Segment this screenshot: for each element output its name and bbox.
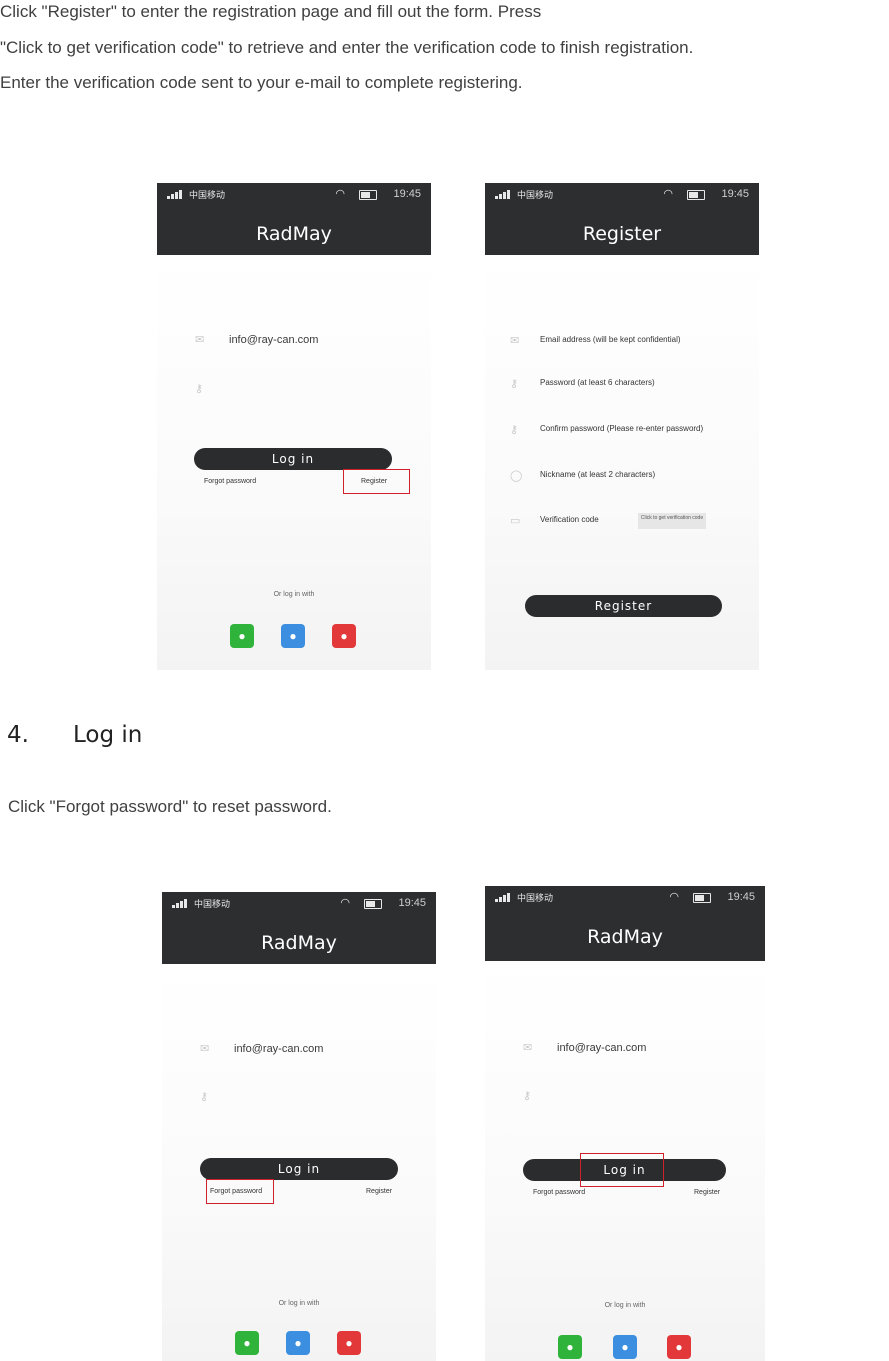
confirm-placeholder: Confirm password (Please re-enter passwo… bbox=[540, 424, 704, 433]
status-time: 19:45 bbox=[721, 188, 749, 200]
app-title: RadMay bbox=[261, 932, 337, 954]
password-field[interactable]: ⚷ bbox=[195, 382, 421, 400]
status-time: 19:45 bbox=[727, 891, 755, 903]
email-field[interactable]: ✉ info@ray-can.com bbox=[195, 333, 421, 351]
phone-login-forgot-highlight: 中国移动 ◠ 19:45 RadMay ✉ info@ray-can.com ⚷… bbox=[162, 892, 436, 1361]
app-header: 中国移动 ◠ 19:45 RadMay bbox=[157, 183, 431, 255]
app-title: RadMay bbox=[256, 223, 332, 245]
weibo-icon[interactable]: ● bbox=[667, 1335, 691, 1359]
key-icon: ⚷ bbox=[523, 1090, 532, 1102]
carrier-label: 中国移动 bbox=[194, 900, 231, 910]
user-icon: ◯ bbox=[510, 470, 523, 482]
mail-icon: ✉ bbox=[200, 1043, 210, 1055]
signal-icon bbox=[167, 190, 185, 199]
battery-icon bbox=[364, 899, 382, 909]
register-confirm-field[interactable]: ⚷ Confirm password (Please re-enter pass… bbox=[510, 423, 749, 441]
email-field[interactable]: ✉ info@ray-can.com bbox=[200, 1042, 426, 1060]
email-value: info@ray-can.com bbox=[229, 334, 319, 346]
section-number: 4. bbox=[7, 722, 29, 748]
intro-line-2: "Click to get verification code" to retr… bbox=[0, 38, 694, 57]
weibo-icon[interactable]: ● bbox=[332, 624, 356, 648]
mail-icon: ✉ bbox=[523, 1042, 533, 1054]
carrier-label: 中国移动 bbox=[517, 191, 554, 201]
or-log-in-with-label: Or log in with bbox=[604, 1302, 646, 1309]
phone-register: 中国移动 ◠ 19:45 Register ✉ Email address (w… bbox=[485, 183, 759, 670]
phone-login-button-highlight: 中国移动 ◠ 19:45 RadMay ✉ info@ray-can.com ⚷… bbox=[485, 886, 765, 1361]
mail-icon: ✉ bbox=[195, 334, 205, 346]
wechat-icon[interactable]: ● bbox=[230, 624, 254, 648]
section-title: Log in bbox=[73, 722, 143, 748]
status-time: 19:45 bbox=[393, 188, 421, 200]
status-bar: 中国移动 ◠ 19:45 bbox=[162, 896, 436, 912]
wifi-icon: ◠ bbox=[335, 188, 345, 200]
status-bar: 中国移动 ◠ 19:45 bbox=[485, 890, 765, 906]
battery-icon bbox=[687, 190, 705, 200]
password-field[interactable]: ⚷ bbox=[200, 1090, 426, 1108]
battery-icon bbox=[693, 893, 711, 903]
or-log-in-with-label: Or log in with bbox=[278, 1300, 320, 1307]
register-link[interactable]: Register bbox=[366, 1188, 392, 1195]
phone-login-register-highlight: 中国移动 ◠ 19:45 RadMay ✉ info@ray-can.com ⚷… bbox=[157, 183, 431, 670]
register-verification-field[interactable]: ▭ Verification code bbox=[510, 514, 749, 532]
qq-icon[interactable]: ● bbox=[281, 624, 305, 648]
password-field[interactable]: ⚷ bbox=[523, 1089, 755, 1107]
get-verification-code-button[interactable]: Click to get verification code bbox=[638, 513, 706, 529]
wechat-icon[interactable]: ● bbox=[235, 1331, 259, 1355]
login-button[interactable]: Log in bbox=[200, 1158, 398, 1180]
highlight-login-button bbox=[580, 1153, 664, 1187]
carrier-label: 中国移动 bbox=[517, 894, 554, 904]
lock-icon: ▭ bbox=[510, 515, 521, 527]
register-email-field[interactable]: ✉ Email address (will be kept confidenti… bbox=[510, 334, 749, 352]
email-value: info@ray-can.com bbox=[234, 1043, 324, 1055]
app-header: 中国移动 ◠ 19:45 RadMay bbox=[485, 886, 765, 961]
carrier-label: 中国移动 bbox=[189, 191, 226, 201]
weibo-icon[interactable]: ● bbox=[337, 1331, 361, 1355]
highlight-forgot-password bbox=[206, 1179, 274, 1204]
register-nickname-field[interactable]: ◯ Nickname (at least 2 characters) bbox=[510, 469, 749, 487]
intro-line-3: Enter the verification code sent to your… bbox=[0, 73, 523, 92]
wifi-icon: ◠ bbox=[340, 897, 350, 909]
key-icon: ⚷ bbox=[510, 378, 519, 390]
status-time: 19:45 bbox=[398, 897, 426, 909]
section-text: Click "Forgot password" to reset passwor… bbox=[8, 797, 332, 816]
register-password-field[interactable]: ⚷ Password (at least 6 characters) bbox=[510, 377, 749, 395]
qq-icon[interactable]: ● bbox=[286, 1331, 310, 1355]
verification-placeholder: Verification code bbox=[540, 515, 599, 524]
signal-icon bbox=[172, 899, 190, 908]
forgot-password-link[interactable]: Forgot password bbox=[533, 1189, 585, 1196]
nickname-placeholder: Nickname (at least 2 characters) bbox=[540, 470, 656, 479]
register-submit-button[interactable]: Register bbox=[525, 595, 722, 617]
app-title: RadMay bbox=[587, 926, 663, 948]
key-icon: ⚷ bbox=[195, 383, 204, 395]
signal-icon bbox=[495, 190, 513, 199]
email-placeholder: Email address (will be kept confidential… bbox=[540, 335, 681, 344]
register-link[interactable]: Register bbox=[694, 1189, 720, 1196]
login-button[interactable]: Log in bbox=[194, 448, 392, 470]
qq-icon[interactable]: ● bbox=[613, 1335, 637, 1359]
key-icon: ⚷ bbox=[510, 424, 519, 436]
signal-icon bbox=[495, 893, 513, 902]
status-bar: 中国移动 ◠ 19:45 bbox=[157, 187, 431, 203]
mail-icon: ✉ bbox=[510, 335, 520, 347]
battery-icon bbox=[359, 190, 377, 200]
wechat-icon[interactable]: ● bbox=[558, 1335, 582, 1359]
or-log-in-with-label: Or log in with bbox=[273, 591, 315, 598]
highlight-register bbox=[343, 469, 410, 494]
email-value: info@ray-can.com bbox=[557, 1042, 647, 1054]
intro-line-1: Click "Register" to enter the registrati… bbox=[0, 2, 542, 21]
password-placeholder: Password (at least 6 characters) bbox=[540, 378, 655, 387]
email-field[interactable]: ✉ info@ray-can.com bbox=[523, 1041, 755, 1059]
app-header: 中国移动 ◠ 19:45 Register bbox=[485, 183, 759, 255]
wifi-icon: ◠ bbox=[669, 891, 679, 903]
app-header: 中国移动 ◠ 19:45 RadMay bbox=[162, 892, 436, 964]
key-icon: ⚷ bbox=[200, 1091, 209, 1103]
register-title: Register bbox=[582, 223, 662, 245]
forgot-password-link[interactable]: Forgot password bbox=[204, 478, 256, 485]
wifi-icon: ◠ bbox=[663, 188, 673, 200]
status-bar: 中国移动 ◠ 19:45 bbox=[485, 187, 759, 203]
